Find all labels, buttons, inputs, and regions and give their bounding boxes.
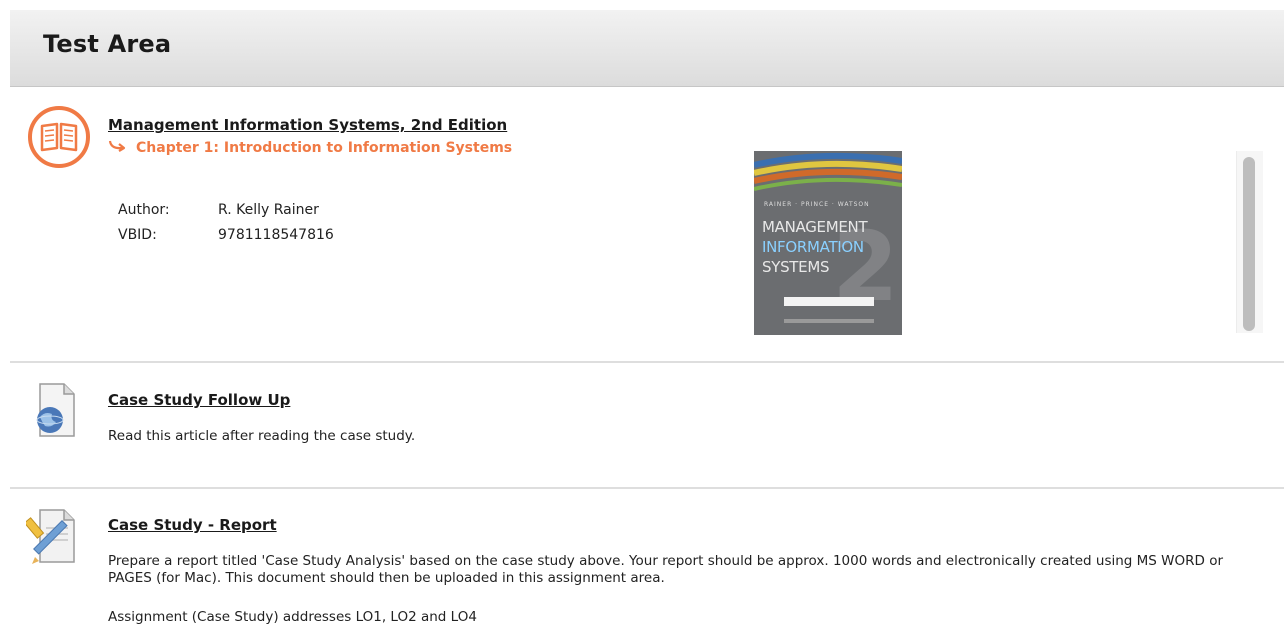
cover-authors: RAINER · PRINCE · WATSON bbox=[764, 201, 870, 208]
case-study-follow-up-link[interactable]: Case Study Follow Up bbox=[108, 391, 290, 409]
content-area-header: Test Area bbox=[10, 10, 1284, 87]
book-cover-image[interactable]: RAINER · PRINCE · WATSON 2 MANAGEMENT IN… bbox=[754, 151, 902, 335]
cover-title-line: INFORMATION bbox=[762, 238, 864, 256]
chapter-link[interactable]: Chapter 1: Introduction to Information S… bbox=[108, 140, 512, 156]
vbid-label: VBID: bbox=[118, 227, 157, 243]
author-value: R. Kelly Rainer bbox=[218, 202, 319, 218]
case-study-report-link[interactable]: Case Study - Report bbox=[108, 516, 277, 534]
vbid-value: 9781118547816 bbox=[218, 227, 334, 243]
assignment-note: Assignment (Case Study) addresses LO1, L… bbox=[108, 609, 477, 625]
item-divider bbox=[10, 361, 1284, 363]
item-divider bbox=[10, 487, 1284, 489]
cover-swoosh-graphic bbox=[754, 152, 902, 191]
scrollbar-thumb[interactable] bbox=[1243, 157, 1255, 331]
assignment-icon[interactable] bbox=[23, 506, 80, 568]
cover-footer-strip bbox=[784, 319, 874, 323]
cover-title-line: MANAGEMENT bbox=[762, 218, 868, 236]
author-label: Author: bbox=[118, 202, 170, 218]
chapter-label: Chapter 1: Introduction to Information S… bbox=[136, 140, 513, 156]
cover-subtitle-strip bbox=[784, 297, 874, 306]
open-book-icon[interactable] bbox=[26, 104, 92, 170]
item-description: Read this article after reading the case… bbox=[108, 428, 416, 444]
page-title: Test Area bbox=[43, 30, 172, 58]
web-document-icon[interactable] bbox=[30, 380, 80, 440]
ebook-title-link[interactable]: Management Information Systems, 2nd Edit… bbox=[108, 116, 507, 134]
assignment-description: Prepare a report titled 'Case Study Anal… bbox=[108, 553, 1224, 586]
cover-title-line: SYSTEMS bbox=[762, 258, 830, 276]
chevron-right-icon bbox=[108, 140, 128, 156]
